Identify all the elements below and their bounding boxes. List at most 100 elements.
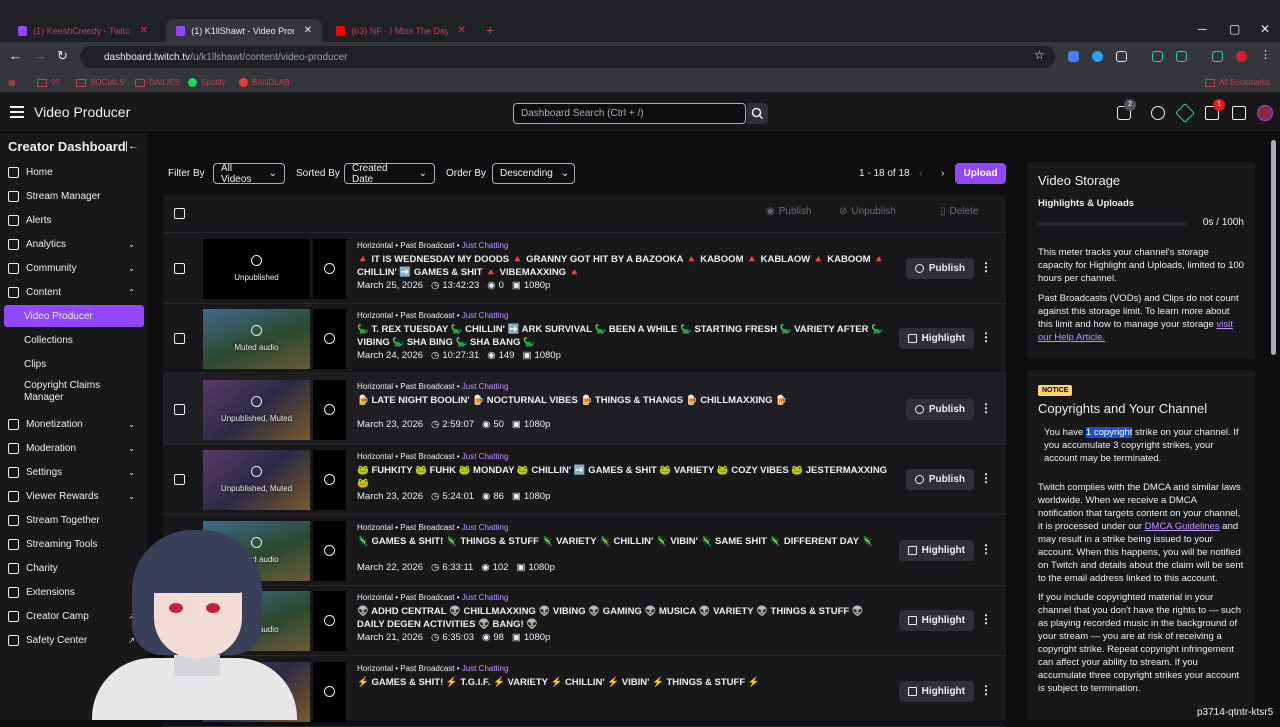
- sidebar-item-monetization[interactable]: Monetization ⌄: [0, 413, 147, 435]
- help-icon[interactable]: [1151, 106, 1165, 120]
- apps-grid-icon[interactable]: ▦: [8, 78, 16, 87]
- extension-icon[interactable]: [1176, 51, 1187, 62]
- browser-menu-icon[interactable]: ⋮: [1260, 48, 1271, 61]
- video-category-link[interactable]: Just Chatting: [462, 382, 509, 391]
- more-options-icon[interactable]: ⋮: [980, 542, 992, 556]
- next-page-icon[interactable]: ›: [941, 168, 944, 179]
- row-checkbox[interactable]: [174, 404, 185, 415]
- sidebar-item-community[interactable]: Community ⌄: [0, 257, 147, 279]
- sidebar-item-moderation[interactable]: Moderation ⌄: [0, 437, 147, 459]
- user-avatar[interactable]: [1257, 105, 1273, 121]
- select-all-checkbox[interactable]: [174, 208, 185, 219]
- bits-icon[interactable]: [1175, 103, 1195, 123]
- sidebar-item-copyright-claims-manager[interactable]: Copyright Claims Manager: [0, 377, 147, 407]
- bulk-unpublish-button[interactable]: ⊘ Unpublish: [839, 206, 896, 217]
- dmca-guidelines-link[interactable]: DMCA Guidelines: [1145, 521, 1220, 532]
- bookmark-folder[interactable]: SOCIALS: [76, 78, 125, 87]
- video-category-link[interactable]: Just Chatting: [462, 664, 509, 673]
- row-checkbox[interactable]: [174, 474, 185, 485]
- video-category-link[interactable]: Just Chatting: [462, 311, 509, 320]
- video-title[interactable]: 🦕 T. REX TUESDAY 🦕 CHILLIN' ➡️ ARK SURVI…: [357, 323, 892, 349]
- search-button[interactable]: [747, 103, 768, 124]
- extension-icon[interactable]: [1092, 51, 1103, 62]
- prev-page-icon[interactable]: ‹: [919, 168, 922, 179]
- video-category-link[interactable]: Just Chatting: [462, 593, 509, 602]
- back-icon[interactable]: ←: [9, 48, 22, 63]
- browser-tab-keeshcreedy[interactable]: (1) KeeshCreedy - Twitch ✕: [8, 19, 158, 42]
- upload-button[interactable]: Upload: [955, 163, 1006, 184]
- video-category-link[interactable]: Just Chatting: [462, 241, 509, 250]
- bookmark-star-icon[interactable]: ☆: [1034, 48, 1045, 62]
- bookmark-bandlab[interactable]: BANDLAB: [239, 78, 289, 87]
- collapse-sidebar-icon[interactable]: |←: [125, 140, 139, 152]
- sidebar-item-stream-manager[interactable]: Stream Manager: [0, 185, 147, 207]
- video-category-link[interactable]: Just Chatting: [462, 523, 509, 532]
- reload-icon[interactable]: ↻: [57, 48, 68, 64]
- video-row[interactable]: Unpublished Horizontal • Past Broadcast …: [163, 234, 1006, 304]
- sidebar-item-settings[interactable]: Settings ⌄: [0, 461, 147, 483]
- page-scrollbar[interactable]: [1271, 140, 1276, 355]
- bookmark-folder[interactable]: ??: [37, 78, 60, 87]
- more-options-icon[interactable]: ⋮: [980, 401, 992, 415]
- video-row[interactable]: Muted audio Horizontal • Past Broadcast …: [163, 304, 1006, 374]
- extension-icon[interactable]: [1068, 51, 1079, 62]
- bulk-delete-button[interactable]: ▯ Delete: [940, 206, 978, 217]
- highlight-button[interactable]: Highlight: [898, 328, 974, 349]
- extension-icon[interactable]: [1116, 51, 1127, 62]
- row-checkbox[interactable]: [174, 263, 185, 274]
- more-options-icon[interactable]: ⋮: [980, 330, 992, 344]
- order-by-select[interactable]: Descending ⌄: [492, 163, 575, 184]
- sidebar-item-viewer-rewards[interactable]: Viewer Rewards ⌄: [0, 485, 147, 507]
- highlight-button[interactable]: Highlight: [898, 610, 974, 631]
- address-bar[interactable]: dashboard.twitch.tv/u/k1llshawt/content/…: [80, 46, 1055, 68]
- close-tab-icon[interactable]: ✕: [140, 25, 148, 36]
- highlight-button[interactable]: Highlight: [898, 681, 974, 702]
- video-title[interactable]: 🔺 IT IS WEDNESDAY MY DOODS 🔺 GRANNY GOT …: [357, 253, 892, 279]
- publish-button[interactable]: Publish: [905, 399, 974, 420]
- video-thumbnail[interactable]: Unpublished, Muted: [203, 380, 310, 440]
- sidebar-item-collections[interactable]: Collections: [0, 329, 147, 351]
- video-title[interactable]: ⚡ GAMES & SHIT! ⚡ T.G.I.F. ⚡ VARIETY ⚡ C…: [357, 676, 892, 689]
- bulk-publish-button[interactable]: ◉ Publish: [766, 206, 812, 217]
- extension-icon[interactable]: [1212, 51, 1223, 62]
- more-options-icon[interactable]: ⋮: [980, 612, 992, 626]
- sorted-by-select[interactable]: Created Date ⌄: [344, 163, 435, 185]
- more-options-icon[interactable]: ⋮: [980, 683, 992, 697]
- forward-icon[interactable]: →: [34, 48, 47, 63]
- sidebar-item-video-producer[interactable]: Video Producer: [4, 305, 144, 327]
- extension-icon[interactable]: [1152, 51, 1163, 62]
- maximize-icon[interactable]: ▢: [1229, 22, 1240, 36]
- sidebar-item-content[interactable]: Content ⌃: [0, 281, 147, 303]
- whispers-icon[interactable]: [1232, 106, 1246, 120]
- close-tab-icon[interactable]: ✕: [304, 25, 312, 36]
- video-row[interactable]: Unpublished, Muted Horizontal • Past Bro…: [163, 375, 1006, 445]
- video-thumbnail[interactable]: Unpublished, Muted: [203, 450, 310, 510]
- more-options-icon[interactable]: ⋮: [980, 260, 992, 274]
- video-title[interactable]: 🍺 LATE NIGHT BOOLIN' 🍺 NOCTURNAL VIBES 🍺…: [357, 394, 892, 407]
- publish-button[interactable]: Publish: [905, 469, 974, 490]
- publish-button[interactable]: Publish: [905, 258, 974, 279]
- sidebar-item-clips[interactable]: Clips: [0, 353, 147, 375]
- browser-tab-video-producer[interactable]: (1) K1llShawt - Video Producer ✕: [166, 19, 322, 42]
- all-bookmarks[interactable]: All Bookmarks: [1205, 78, 1270, 87]
- close-window-icon[interactable]: ✕: [1260, 22, 1270, 36]
- sidebar-item-analytics[interactable]: Analytics ⌄: [0, 233, 147, 255]
- profile-avatar-icon[interactable]: [1236, 51, 1247, 62]
- menu-icon[interactable]: [10, 106, 24, 118]
- video-thumbnail[interactable]: Unpublished: [203, 239, 310, 299]
- row-checkbox[interactable]: [174, 333, 185, 344]
- video-title[interactable]: 👽 ADHD CENTRAL 👽 CHILLMAXXING 👽 VIBING 👽…: [357, 605, 892, 631]
- video-row[interactable]: Unpublished, Muted Horizontal • Past Bro…: [163, 445, 1006, 515]
- new-tab-icon[interactable]: +: [486, 22, 494, 38]
- video-title[interactable]: 🐸 FUHKITY 🐸 FUHK 🐸 MONDAY 🐸 CHILLIN' ➡️ …: [357, 464, 892, 490]
- filter-by-select[interactable]: All Videos ⌄: [213, 163, 285, 185]
- more-options-icon[interactable]: ⋮: [980, 471, 992, 485]
- minimize-icon[interactable]: ─: [1198, 22, 1207, 36]
- close-tab-icon[interactable]: ✕: [458, 25, 466, 36]
- bookmark-folder[interactable]: DAILIES: [135, 78, 180, 87]
- browser-tab-youtube[interactable]: (63) NF - I Miss The Days (... ✕: [326, 19, 476, 42]
- video-thumbnail[interactable]: Muted audio: [203, 309, 310, 369]
- video-category-link[interactable]: Just Chatting: [462, 452, 509, 461]
- video-title[interactable]: 🦎 GAMES & SHIT! 🦎 THINGS & STUFF 🦎 VARIE…: [357, 535, 892, 548]
- highlight-button[interactable]: Highlight: [898, 540, 974, 561]
